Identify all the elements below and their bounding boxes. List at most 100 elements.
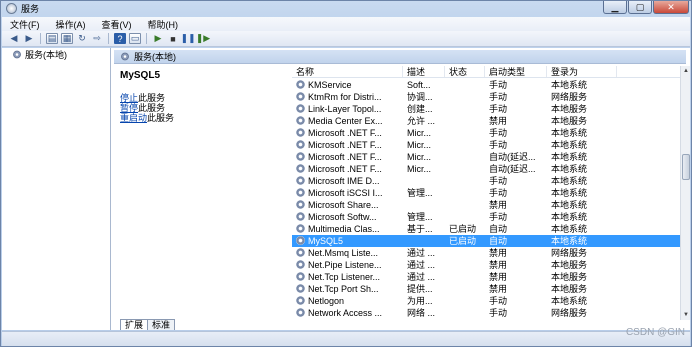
toolbar-separator [146,33,147,44]
status-bar [2,331,690,346]
service-name: Microsoft .NET F... [292,163,403,175]
restart-service-icon[interactable]: ❚▶ [196,33,210,44]
restart-suffix: 此服务 [147,113,175,123]
stop-link[interactable]: 停止 [120,93,138,103]
menu-action[interactable]: 操作(A) [48,18,94,31]
service-startup-type: 手动 [489,128,508,138]
table-row[interactable]: Link-Layer Topol... 创建... 手动 本地服务 [292,103,680,115]
service-description: Micr... [407,164,431,174]
column-header-name[interactable]: 名称 [292,66,403,77]
window-title: 服务 [21,4,40,14]
table-row[interactable]: Microsoft Softw... 管理... 手动 本地系统 [292,211,680,223]
service-name: KtmRm for Distri... [292,91,403,103]
column-header-status[interactable]: 状态 [445,66,485,77]
table-row[interactable]: Net.Pipe Listene... 通过 ... 禁用 本地服务 [292,259,680,271]
close-button[interactable]: ✕ [653,1,689,14]
service-startup-type: 自动 [489,224,508,234]
service-status: 已启动 [449,236,477,246]
service-startup-type: 禁用 [489,284,508,294]
title-bar: 服务 ▁ ▢ ✕ [1,1,691,16]
service-description: 允许 ... [407,116,436,126]
service-name-text: Microsoft IME D... [308,176,380,186]
start-service-icon[interactable]: ▶ [152,33,164,44]
service-log-on-as: 网络服务 [551,248,588,258]
table-row[interactable]: KMService Soft... 手动 本地系统 [292,79,680,91]
window-controls: ▁ ▢ ✕ [603,1,689,14]
table-row[interactable]: Microsoft .NET F... Micr... 自动(延迟... 本地系统 [292,151,680,163]
list-header: 名称 描述 状态 启动类型 登录为 [292,66,680,78]
service-gear-icon [296,164,305,173]
service-startup-type: 手动 [489,212,508,222]
service-gear-icon [296,236,305,245]
service-name-text: Net.Pipe Listene... [308,260,382,270]
scroll-up-arrow[interactable]: ▲ [682,67,690,75]
service-startup-type: 手动 [489,176,508,186]
restart-link[interactable]: 重启动 [120,113,147,123]
scroll-down-arrow[interactable]: ▼ [682,311,690,319]
service-log-on-as: 本地服务 [551,116,588,126]
service-name: Net.Msmq Liste... [292,247,403,259]
pause-service-icon[interactable]: ❚❚ [180,33,195,44]
pause-action: 暂停此服务 [120,103,286,113]
service-description: Soft... [407,80,431,90]
table-row[interactable]: MySQL5 已启动 自动 本地系统 [292,235,680,247]
table-row[interactable]: Netlogon 为用... 手动 本地系统 [292,295,680,307]
service-description: 提供... [407,284,433,294]
properties-icon[interactable]: ▦ [61,33,73,44]
table-row[interactable]: Microsoft iSCSI I... 管理... 手动 本地系统 [292,187,680,199]
service-log-on-as: 本地服务 [551,272,588,282]
table-row[interactable]: Microsoft IME D... 手动 本地系统 [292,175,680,187]
list-rows: KMService Soft... 手动 本地系统 KtmRm for Distri..… [292,79,680,319]
console-icon[interactable]: ▭ [129,33,141,44]
service-name-text: Net.Msmq Liste... [308,248,379,258]
back-arrow-icon[interactable]: ◀ [8,33,20,44]
tab-standard[interactable]: 标准 [147,319,176,330]
pane-header: 服务(本地) [114,50,686,64]
export-list-icon[interactable]: ⇨ [91,33,103,44]
scroll-thumb[interactable] [682,154,690,180]
service-startup-type: 手动 [489,104,508,114]
table-row[interactable]: Network Access ... 网络 ... 手动 网络服务 [292,307,680,319]
service-log-on-as: 本地系统 [551,236,588,246]
table-row[interactable]: Microsoft .NET F... Micr... 手动 本地系统 [292,127,680,139]
tree-item-services-local[interactable]: 服务(本地) [6,48,110,61]
refresh-icon[interactable]: ↻ [76,33,88,44]
service-description: 通过 ... [407,248,436,258]
services-list: 名称 描述 状态 启动类型 登录为 KMService Soft... 手动 本地系统… [292,66,680,320]
pause-link[interactable]: 暂停 [120,103,138,113]
minimize-button[interactable]: ▁ [603,1,627,14]
toolbar-separator [108,33,109,44]
forward-arrow-icon[interactable]: ▶ [23,33,35,44]
table-row[interactable]: Multimedia Clas... 基于... 已启动 自动 本地系统 [292,223,680,235]
column-header-log-on-as[interactable]: 登录为 [547,66,617,77]
table-row[interactable]: Net.Msmq Liste... 通过 ... 禁用 网络服务 [292,247,680,259]
tab-extended[interactable]: 扩展 [120,319,149,330]
menu-help[interactable]: 帮助(H) [140,18,187,31]
table-row[interactable]: Net.Tcp Listener... 通过 ... 禁用 本地服务 [292,271,680,283]
service-description: 通过 ... [407,260,436,270]
service-log-on-as: 本地服务 [551,260,588,270]
table-row[interactable]: Net.Tcp Port Sh... 提供... 禁用 本地服务 [292,283,680,295]
show-console-tree-icon[interactable]: ▤ [46,33,58,44]
table-row[interactable]: Microsoft Share... 禁用 本地系统 [292,199,680,211]
menu-file[interactable]: 文件(F) [2,18,48,31]
table-row[interactable]: Microsoft .NET F... Micr... 自动(延迟... 本地系统 [292,163,680,175]
service-log-on-as: 本地系统 [551,212,588,222]
service-gear-icon [296,272,305,281]
service-log-on-as: 网络服务 [551,308,588,318]
maximize-button[interactable]: ▢ [628,1,652,14]
service-log-on-as: 本地系统 [551,164,588,174]
help-icon[interactable]: ? [114,33,126,44]
toolbar-separator [40,33,41,44]
vertical-scrollbar[interactable]: ▲ ▼ [680,66,690,320]
pause-suffix: 此服务 [138,103,166,113]
column-header-description[interactable]: 描述 [403,66,445,77]
table-row[interactable]: Microsoft .NET F... Micr... 手动 本地系统 [292,139,680,151]
table-row[interactable]: KtmRm for Distri... 协调... 手动 网络服务 [292,91,680,103]
column-header-startup-type[interactable]: 启动类型 [485,66,547,77]
menu-view[interactable]: 查看(V) [94,18,140,31]
services-app-icon [6,3,17,14]
stop-service-icon[interactable]: ■ [167,33,179,44]
table-row[interactable]: Media Center Ex... 允许 ... 禁用 本地服务 [292,115,680,127]
service-name-text: Multimedia Clas... [308,224,380,234]
